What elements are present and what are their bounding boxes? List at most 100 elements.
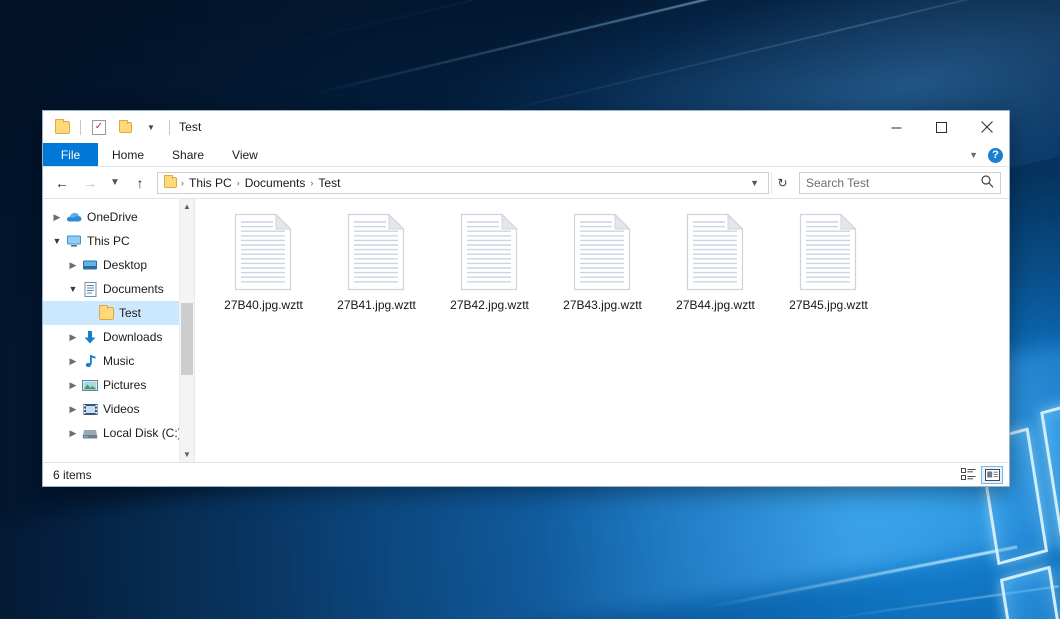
file-explorer-window: ✓ ▼ Test (42, 110, 1010, 487)
search-icon[interactable] (981, 175, 994, 191)
file-item[interactable]: 27B45.jpg.wztt (772, 209, 885, 327)
sidebar-scrollbar[interactable]: ▲ ▼ (179, 199, 194, 462)
sidebar-item-label: This PC (87, 235, 130, 247)
address-bar: ← → ▼ ↑ › This PC › Documents › Test ▼ ↻… (43, 167, 1009, 198)
view-toggle-group (957, 466, 1003, 484)
sidebar-item-label: Desktop (103, 259, 147, 271)
file-item[interactable]: 27B40.jpg.wztt (207, 209, 320, 327)
new-folder-icon[interactable] (114, 116, 136, 138)
chevron-right-icon[interactable]: ▶ (65, 356, 81, 367)
breadcrumb-item-test[interactable]: Test (314, 176, 344, 190)
cloud-icon (65, 211, 83, 223)
window-title: Test (179, 120, 201, 134)
tab-file[interactable]: File (43, 143, 98, 166)
chevron-down-icon[interactable]: ▼ (49, 236, 65, 246)
help-icon[interactable]: ? (988, 148, 1003, 163)
desktop-background: ✓ ▼ Test (0, 0, 1060, 619)
sidebar-item-label: Videos (103, 403, 139, 415)
address-dropdown-icon[interactable]: ▼ (745, 178, 764, 188)
tab-home[interactable]: Home (98, 143, 158, 166)
file-name: 27B43.jpg.wztt (563, 299, 642, 312)
maximize-icon[interactable] (919, 111, 964, 143)
file-item[interactable]: 27B44.jpg.wztt (659, 209, 772, 327)
forward-arrow-icon[interactable]: → (77, 171, 103, 195)
chevron-right-icon[interactable]: ▶ (49, 212, 65, 223)
file-item[interactable]: 27B41.jpg.wztt (320, 209, 433, 327)
back-arrow-icon[interactable]: ← (49, 171, 75, 195)
chevron-down-icon[interactable]: ▼ (969, 150, 978, 160)
sidebar-item-local-disk-c[interactable]: ▶ Local Disk (C:) (43, 421, 194, 445)
scroll-up-icon[interactable]: ▲ (180, 199, 194, 214)
ribbon-right-controls: ▼ ? (969, 143, 1003, 167)
customize-quick-access-icon[interactable]: ▼ (140, 116, 162, 138)
breadcrumb-item-documents[interactable]: Documents (241, 176, 310, 190)
sidebar-item-desktop[interactable]: ▶ Desktop (43, 253, 194, 277)
sidebar-item-downloads[interactable]: ▶ Downloads (43, 325, 194, 349)
details-view-button[interactable] (957, 466, 979, 484)
chevron-right-icon[interactable]: ▶ (65, 404, 81, 415)
file-name: 27B41.jpg.wztt (337, 299, 416, 312)
chevron-right-icon[interactable]: ▶ (65, 380, 81, 391)
search-input[interactable]: Search Test (799, 172, 1001, 194)
sidebar-item-onedrive[interactable]: ▶ OneDrive (43, 205, 194, 229)
file-name: 27B44.jpg.wztt (676, 299, 755, 312)
file-item[interactable]: 27B43.jpg.wztt (546, 209, 659, 327)
sidebar-item-label: Downloads (103, 331, 162, 343)
minimize-icon[interactable] (874, 111, 919, 143)
scrollbar-thumb[interactable] (181, 303, 193, 375)
sidebar-item-pictures[interactable]: ▶ Pictures (43, 373, 194, 397)
status-bar: 6 items (43, 462, 1009, 486)
scrollbar-track[interactable] (180, 214, 194, 447)
generic-document-icon (797, 213, 860, 291)
window-controls (874, 111, 1009, 143)
toolbar-divider (80, 120, 81, 135)
tab-share[interactable]: Share (158, 143, 218, 166)
twisty-placeholder: ▶ (81, 308, 97, 319)
up-arrow-icon[interactable]: ↑ (127, 171, 153, 195)
file-grid: 27B40.jpg.wztt (207, 209, 1009, 327)
sidebar-item-label: Documents (103, 283, 164, 295)
title-bar: ✓ ▼ Test (43, 111, 1009, 143)
drive-icon (81, 427, 99, 440)
folder-tree: ▶ OneDrive ▼ This PC ▶ (43, 199, 194, 445)
desktop-icon (81, 259, 99, 272)
scroll-down-icon[interactable]: ▼ (180, 447, 194, 462)
picture-icon (81, 379, 99, 392)
file-list-pane[interactable]: 27B40.jpg.wztt (195, 199, 1009, 462)
sidebar-item-label: Test (119, 307, 141, 319)
sidebar-item-music[interactable]: ▶ Music (43, 349, 194, 373)
large-icons-view-button[interactable] (981, 466, 1003, 484)
file-name: 27B42.jpg.wztt (450, 299, 529, 312)
sidebar-item-label: OneDrive (87, 211, 138, 223)
file-item[interactable]: 27B42.jpg.wztt (433, 209, 546, 327)
breadcrumb-folder-icon (164, 177, 177, 188)
file-name: 27B45.jpg.wztt (789, 299, 868, 312)
generic-document-icon (232, 213, 295, 291)
refresh-icon[interactable]: ↻ (771, 172, 793, 194)
document-icon (81, 282, 99, 297)
sidebar-item-test[interactable]: ▶ Test (43, 301, 194, 325)
chevron-down-icon[interactable]: ▼ (65, 284, 81, 294)
sidebar-item-label: Pictures (103, 379, 146, 391)
sidebar-item-videos[interactable]: ▶ Videos (43, 397, 194, 421)
folder-icon[interactable] (51, 116, 73, 138)
item-count-label: 6 items (53, 468, 92, 482)
chevron-right-icon[interactable]: ▶ (65, 428, 81, 439)
close-icon[interactable] (964, 111, 1009, 143)
sidebar-item-label: Music (103, 355, 134, 367)
sidebar-item-documents[interactable]: ▼ Documents (43, 277, 194, 301)
recent-locations-icon[interactable]: ▼ (105, 171, 125, 195)
tab-view[interactable]: View (218, 143, 272, 166)
properties-icon[interactable]: ✓ (88, 116, 110, 138)
breadcrumb-item-this-pc[interactable]: This PC (185, 176, 236, 190)
generic-document-icon (684, 213, 747, 291)
chevron-right-icon[interactable]: ▶ (65, 332, 81, 343)
chevron-right-icon[interactable]: ▶ (65, 260, 81, 271)
breadcrumb[interactable]: › This PC › Documents › Test ▼ (157, 172, 769, 194)
generic-document-icon (345, 213, 408, 291)
folder-icon (97, 307, 115, 320)
navigation-pane: ▶ OneDrive ▼ This PC ▶ (43, 199, 195, 462)
monitor-icon (65, 234, 83, 248)
sidebar-item-this-pc[interactable]: ▼ This PC (43, 229, 194, 253)
explorer-body: ▶ OneDrive ▼ This PC ▶ (43, 198, 1009, 462)
